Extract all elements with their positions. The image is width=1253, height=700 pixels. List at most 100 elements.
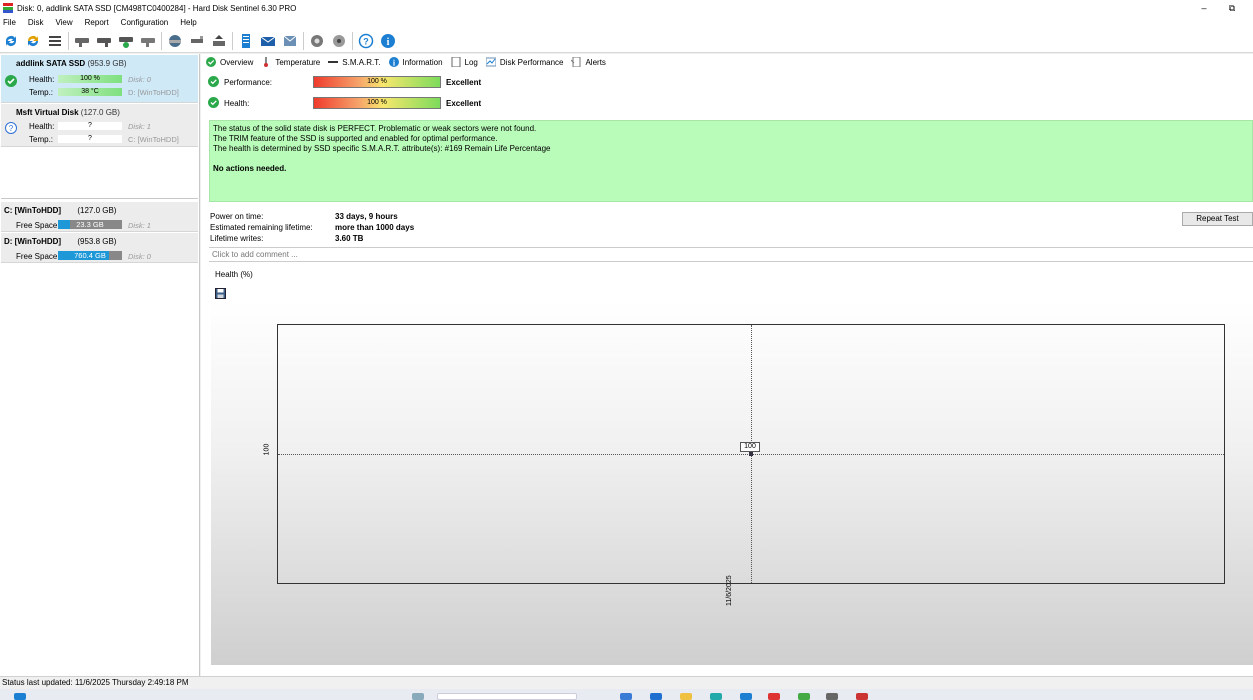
disk-size: (127.0 GB) [80,108,120,117]
tab-information[interactable]: i Information [388,57,443,67]
title-bar: Disk: 0, addlink SATA SSD [CM498TC040028… [0,0,1253,16]
tab-label: Information [402,57,443,67]
temp-bar: 38 °C [58,88,122,96]
taskbar-app-icon[interactable] [650,693,662,700]
status-message-box: The status of the solid state disk is PE… [209,120,1253,202]
details-panel: Overview Temperature S.M.A.R.T. i Informa… [201,54,1253,676]
health-label: Health: [29,75,55,84]
taskbar-app-icon[interactable] [710,693,722,700]
save-icon[interactable] [215,288,226,299]
tab-label: Log [464,57,478,67]
volume-disk: Disk: 1 [128,221,151,230]
info-icon: i [388,57,399,67]
comment-field[interactable]: Click to add comment ... [209,247,1253,262]
tab-log[interactable]: Log [451,57,478,67]
repeat-test-button[interactable]: Repeat Test [1182,212,1253,226]
tab-temperature[interactable]: Temperature [261,57,320,67]
thermometer-icon [261,57,271,67]
health-chart: 100 100 11/6/2025 [211,300,1253,665]
dash-icon [328,57,339,67]
disk-item-virtual[interactable]: Msft Virtual Disk (127.0 GB) ? Health: ?… [1,104,198,147]
toolbar-separator [352,31,353,50]
taskbar-app-icon[interactable] [826,693,838,700]
tab-label: Alerts [585,57,606,67]
tab-smart[interactable]: S.M.A.R.T. [328,57,381,67]
health-row: Health: 100 % Excellent [208,96,508,110]
svg-text:?: ? [363,36,369,46]
taskbar-app-icon[interactable] [856,693,868,700]
disk-item-addlink[interactable]: addlink SATA SSD (953.9 GB) Health: 100 … [1,55,198,103]
menu-file[interactable]: File [3,18,16,27]
restore-button[interactable]: ⧉ [1221,0,1243,16]
tab-bar: Overview Temperature S.M.A.R.T. i Informa… [201,54,1253,70]
svg-text:?: ? [9,124,14,133]
help-icon[interactable]: ? [357,32,375,50]
settings-icon[interactable] [308,32,326,50]
hard-disk-sentinel-window: Disk: 0, addlink SATA SSD [CM498TC040028… [0,0,1253,700]
status-action: No actions needed. [213,164,287,173]
lifetime-writes-label: Lifetime writes: [210,234,264,243]
menu-help[interactable]: Help [180,18,196,27]
start-icon[interactable] [14,693,26,700]
disk-list-panel: addlink SATA SSD (953.9 GB) Health: 100 … [0,54,200,676]
alert-icon [571,57,581,67]
free-space-bar: 23.3 GB [58,220,122,229]
taskbar-app-icon[interactable] [768,693,780,700]
remaining-lifetime-label: Estimated remaining lifetime: [210,223,313,232]
tab-label: Overview [220,57,254,67]
performance-rating: Excellent [446,77,482,87]
taskbar-app-icon[interactable] [412,693,424,700]
surface-test-icon[interactable] [166,32,184,50]
volume-title: C: [WinToHDD] (127.0 GB) [4,206,116,215]
disk-size: (953.9 GB) [87,59,127,68]
tab-label: Temperature [275,57,321,67]
disk-remove-icon[interactable] [95,32,113,50]
list-icon[interactable] [46,32,64,50]
free-space-label: Free Space [16,221,58,230]
graph-tab-health[interactable]: Health (%) [215,270,253,279]
menu-configuration[interactable]: Configuration [121,18,169,27]
menu-report[interactable]: Report [85,18,109,27]
tab-alerts[interactable]: Alerts [571,57,606,67]
send-icon[interactable] [281,32,299,50]
report-icon[interactable] [237,32,255,50]
disk-check-icon[interactable] [117,32,135,50]
volume-size: (127.0 GB) [77,206,117,215]
volume-name: C: [WinToHDD] [4,206,62,215]
info-icon[interactable]: i [379,32,397,50]
minimize-button[interactable]: – [1193,0,1215,16]
disk-name: addlink SATA SSD [16,59,86,68]
taskbar-app-icon[interactable] [620,693,632,700]
disk-number: Disk: 0 [128,75,151,84]
toolbar: ? i [0,29,1253,53]
toolbar-separator [303,31,304,50]
status-unknown-icon: ? [5,122,17,134]
refresh-all-icon[interactable] [24,32,42,50]
taskbar-app-icon[interactable] [740,693,752,700]
volume-item-d[interactable]: D: [WinToHDD] (953.8 GB) Free Space 760.… [1,233,198,263]
disk-icon[interactable] [73,32,91,50]
disk-tool-icon[interactable] [188,32,206,50]
disk-number: Disk: 1 [128,122,151,131]
free-space-value: 760.4 GB [74,251,106,260]
menu-view[interactable]: View [55,18,72,27]
menu-disk[interactable]: Disk [28,18,44,27]
email-icon[interactable] [259,32,277,50]
temp-label: Temp.: [29,135,54,144]
disk-export-icon[interactable] [210,32,228,50]
panel-divider [1,198,198,201]
volume-item-c[interactable]: C: [WinToHDD] (127.0 GB) Free Space 23.3… [1,202,198,232]
volume-name: D: [WinToHDD] [4,237,62,246]
taskbar-app-icon[interactable] [680,693,692,700]
taskbar-app-icon[interactable] [798,693,810,700]
toolbar-separator [68,31,69,50]
tab-disk-performance[interactable]: Disk Performance [485,57,563,67]
tab-overview[interactable]: Overview [206,57,254,67]
disk-icon[interactable] [139,32,157,50]
refresh-icon[interactable] [2,32,20,50]
check-icon [208,75,219,89]
search-box[interactable] [437,693,577,700]
health-bar: 100 % [58,75,122,83]
status-line: The health is determined by SSD specific… [213,144,551,153]
options-icon[interactable] [330,32,348,50]
